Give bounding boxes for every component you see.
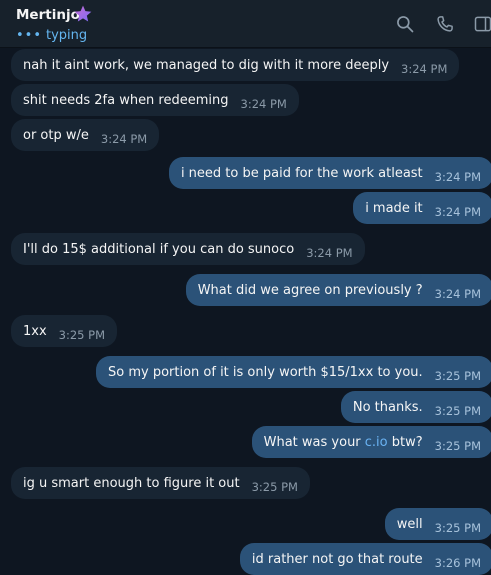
- message-text: or otp w/e: [23, 127, 89, 143]
- message-time: 3:24 PM: [306, 246, 353, 260]
- message-outgoing[interactable]: well 3:25 PM: [384, 508, 491, 540]
- message-text: So my portion of it is only worth $15/1x…: [108, 364, 423, 380]
- message-text: well: [396, 516, 423, 532]
- message-incoming[interactable]: shit needs 2fa when redeeming 3:24 PM: [11, 84, 299, 116]
- message-text: ig u smart enough to figure it out: [23, 475, 240, 491]
- message-link[interactable]: c.io: [365, 435, 388, 450]
- message-outgoing[interactable]: id rather not go that route 3:26 PM: [239, 543, 491, 575]
- message-time: 3:24 PM: [434, 205, 481, 219]
- message-time: 3:25 PM: [251, 480, 298, 494]
- message-incoming[interactable]: nah it aint work, we managed to dig with…: [11, 49, 460, 81]
- message-time: 3:24 PM: [240, 97, 287, 111]
- message-time: 3:26 PM: [434, 556, 481, 570]
- message-incoming[interactable]: 1xx 3:25 PM: [11, 315, 118, 347]
- message-text-before: What was your: [263, 434, 365, 450]
- typing-label: typing: [46, 28, 88, 43]
- message-incoming[interactable]: or otp w/e 3:24 PM: [11, 119, 160, 151]
- message-text-after: btw?: [387, 434, 423, 450]
- message-outgoing[interactable]: What did we agree on previously ? 3:24 P…: [185, 274, 491, 306]
- message-text: nah it aint work, we managed to dig with…: [23, 57, 390, 73]
- message-time: 3:25 PM: [434, 369, 481, 383]
- side-panel-icon[interactable]: [473, 14, 491, 34]
- message-text: i need to be paid for the work atleast: [180, 165, 423, 181]
- message-text: What did we agree on previously ?: [197, 282, 423, 298]
- contact-name[interactable]: Mertinjo: [16, 7, 80, 23]
- message-text: id rather not go that route: [251, 551, 423, 567]
- message-outgoing[interactable]: i made it 3:24 PM: [353, 192, 491, 224]
- message-text: No thanks.: [352, 399, 423, 415]
- message-outgoing[interactable]: i need to be paid for the work atleast 3…: [168, 157, 491, 189]
- message-time: 3:25 PM: [434, 521, 481, 535]
- message-time: 3:24 PM: [434, 287, 481, 301]
- phone-icon[interactable]: [435, 14, 455, 34]
- typing-status: ••• typing: [16, 28, 87, 43]
- message-time: 3:25 PM: [434, 404, 481, 418]
- message-time: 3:24 PM: [100, 132, 148, 146]
- typing-dots-icon: •••: [16, 28, 43, 43]
- message-text: shit needs 2fa when redeeming: [23, 92, 229, 108]
- message-outgoing[interactable]: What was your c.io btw? 3:25 PM: [251, 426, 491, 458]
- message-incoming[interactable]: ig u smart enough to figure it out 3:25 …: [11, 467, 310, 499]
- message-incoming[interactable]: I'll do 15$ additional if you can do sun…: [11, 233, 365, 265]
- message-outgoing[interactable]: No thanks. 3:25 PM: [340, 391, 491, 423]
- message-time: 3:25 PM: [58, 328, 106, 342]
- message-time: 3:25 PM: [434, 439, 481, 453]
- premium-star-icon: [74, 5, 92, 22]
- message-time: 3:24 PM: [434, 170, 481, 184]
- message-outgoing[interactable]: So my portion of it is only worth $15/1x…: [96, 356, 491, 388]
- message-text: 1xx: [23, 323, 47, 339]
- search-icon[interactable]: [395, 14, 415, 34]
- message-text: I'll do 15$ additional if you can do sun…: [23, 241, 295, 257]
- message-text: i made it: [365, 200, 423, 216]
- chat-header: Mertinjo ••• typing: [0, 0, 491, 48]
- message-time: 3:24 PM: [401, 62, 448, 76]
